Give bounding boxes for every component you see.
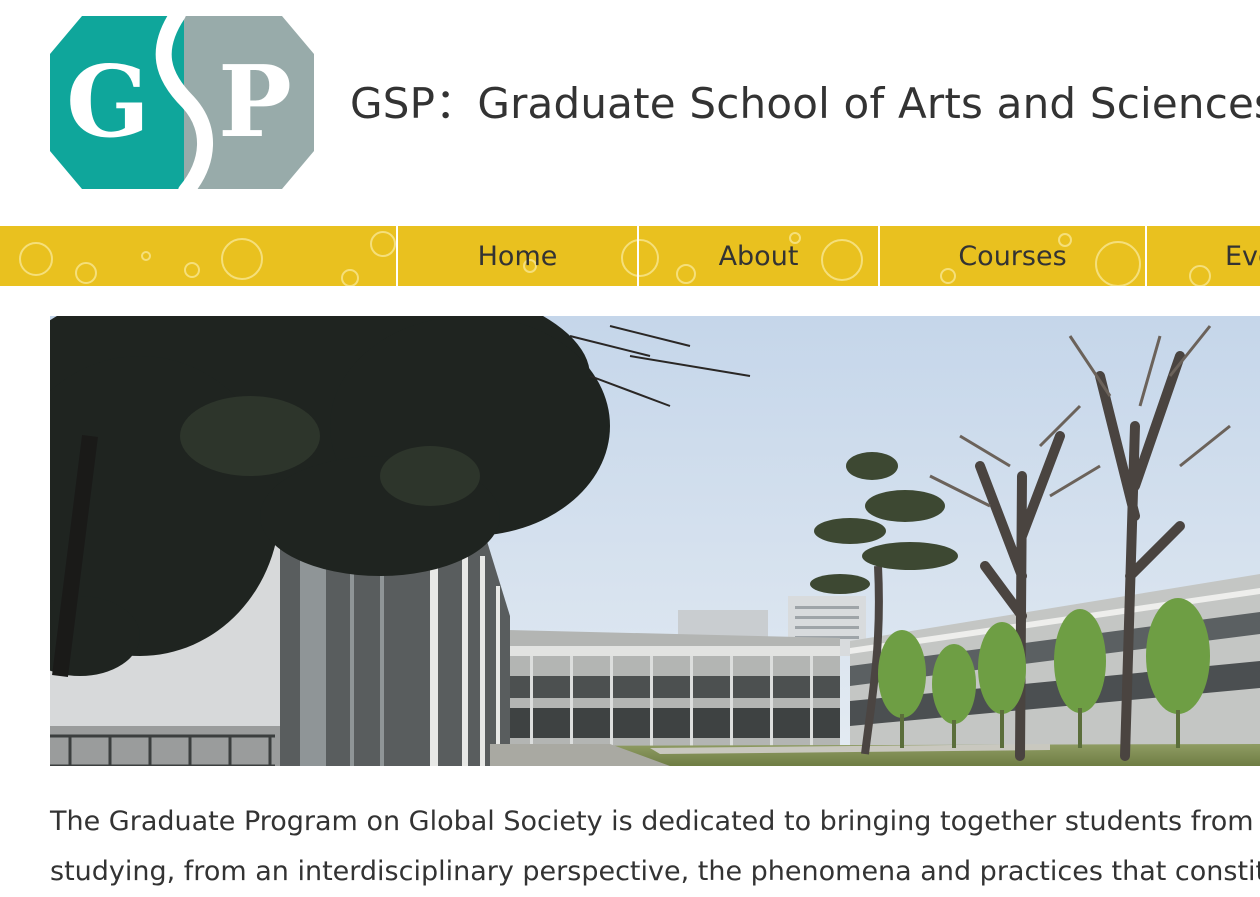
intro-line-2: studying, from an interdisciplinary pers… [50, 856, 1260, 887]
intro-line-1: The Graduate Program on Global Society i… [50, 806, 1260, 837]
logo-letter-p: P [218, 45, 292, 160]
nav-courses[interactable]: Courses [878, 226, 1145, 286]
campus-illustration [50, 316, 1260, 766]
nav-home[interactable]: Home [396, 226, 637, 286]
nav-about[interactable]: About [637, 226, 878, 286]
hero-image [50, 316, 1260, 766]
site-header: G P GSP：Graduate School of Arts and Scie… [0, 0, 1260, 226]
gsp-logo[interactable]: G P [50, 16, 314, 189]
intro-text: The Graduate Program on Global Society i… [50, 797, 1260, 897]
main-nav: Home About Courses Eve [0, 226, 1260, 286]
site-title: GSP：Graduate School of Arts and Sciences… [350, 79, 1260, 128]
nav-events[interactable]: Eve [1145, 226, 1260, 286]
logo-letter-g: G [66, 45, 150, 160]
